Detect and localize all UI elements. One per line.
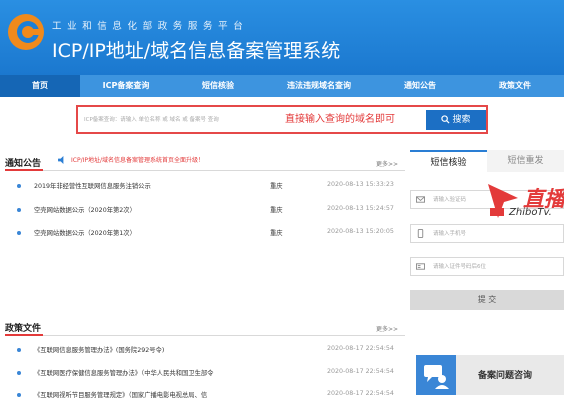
watermark-url: ZhiboTv. xyxy=(509,207,552,218)
notice-title[interactable]: 2019年非经营性互联网信息服务注销公示 xyxy=(34,181,151,190)
search-input[interactable]: ICP备案查询：请输入 单位名称 或 域名 或 备案号 查询 xyxy=(84,112,264,128)
sms-tabs: 短信核验 短信重发 xyxy=(410,150,564,172)
id-number-field[interactable]: 请输入证件号码后6位 xyxy=(410,257,564,276)
policies-more-link[interactable]: 更多>> xyxy=(376,324,398,333)
policy-time: 2020-08-17 22:54:54 xyxy=(327,345,394,352)
policy-title[interactable]: 《互联网视听节目服务管理规定》（国家广播电影电视总局、信 xyxy=(34,390,207,399)
notice-region: 重庆 xyxy=(270,183,283,190)
speaker-icon xyxy=(58,156,64,164)
notice-row[interactable]: 空壳网站数据公示（2020年第2次） 重庆 2020-08-13 15:24:5… xyxy=(0,205,410,217)
policy-title[interactable]: 《互联网医疗保健信息服务管理办法》（中华人民共和国卫生部令 xyxy=(34,368,213,377)
policy-row[interactable]: 《互联网医疗保健信息服务管理办法》（中华人民共和国卫生部令 2020-08-17… xyxy=(0,368,410,380)
id-card-icon xyxy=(416,263,425,270)
bullet-icon xyxy=(17,348,21,352)
site-header: 工业和信息化部政务服务平台 ICP/IP地址/域名信息备案管理系统 xyxy=(0,0,564,75)
policy-time: 2020-08-17 22:54:54 xyxy=(327,390,394,397)
header-subtitle: 工业和信息化部政务服务平台 xyxy=(52,21,249,32)
notice-marquee[interactable]: ICP/IP地址/域名信息备案管理系统首页全面升级！ xyxy=(71,155,204,164)
search-button-label: 搜索 xyxy=(452,115,471,125)
search-button[interactable]: 搜索 xyxy=(426,110,486,130)
notice-time: 2020-08-13 15:24:57 xyxy=(327,205,394,212)
bullet-icon xyxy=(17,184,21,188)
consult-label: 备案问题咨询 xyxy=(478,371,533,381)
policies-title-underline xyxy=(5,334,43,336)
notice-region: 重庆 xyxy=(270,230,283,237)
policy-row[interactable]: 《互联网信息服务管理办法》(国务院292号令) 2020-08-17 22:54… xyxy=(0,345,410,357)
notices-divider xyxy=(5,170,405,171)
notices-title-underline xyxy=(5,169,43,171)
phone-icon xyxy=(417,229,424,238)
notice-region: 重庆 xyxy=(270,207,283,214)
policy-time: 2020-08-17 22:54:54 xyxy=(327,368,394,375)
main-nav: 首页 ICP备案查询 短信核验 违法违规域名查询 通知公告 政策文件 xyxy=(0,75,564,97)
nav-item-icp-query[interactable]: ICP备案查询 xyxy=(80,75,172,97)
notice-row[interactable]: 2019年非经营性互联网信息服务注销公示 重庆 2020-08-13 15:33… xyxy=(0,181,410,193)
consult-button[interactable]: 备案问题咨询 xyxy=(416,355,564,395)
bullet-icon xyxy=(17,208,21,212)
notices-title: 通知公告 xyxy=(5,159,42,169)
submit-button[interactable]: 提 交 xyxy=(410,290,564,310)
search-bar: ICP备案查询：请输入 单位名称 或 域名 或 备案号 查询 直接输入查询的域名… xyxy=(76,105,488,134)
notice-title[interactable]: 空壳网站数据公示（2020年第2次） xyxy=(34,205,136,214)
nav-item-policies[interactable]: 政策文件 xyxy=(466,75,564,97)
bullet-icon xyxy=(17,393,21,397)
logo-icon xyxy=(8,14,44,50)
search-icon xyxy=(441,115,450,124)
id-number-placeholder: 请输入证件号码后6位 xyxy=(433,264,486,270)
nav-item-home[interactable]: 首页 xyxy=(0,75,80,97)
policies-title: 政策文件 xyxy=(5,324,42,334)
mail-icon xyxy=(416,196,425,203)
phone-field[interactable]: 请输入手机号 xyxy=(410,224,564,243)
nav-item-illegal-domain[interactable]: 违法违规域名查询 xyxy=(264,75,374,97)
bullet-icon xyxy=(17,231,21,235)
tab-sms-verify[interactable]: 短信核验 xyxy=(410,150,487,172)
notice-time: 2020-08-13 15:33:23 xyxy=(327,181,394,188)
nav-item-notices[interactable]: 通知公告 xyxy=(374,75,466,97)
policy-row[interactable]: 《互联网视听节目服务管理规定》（国家广播电影电视总局、信 2020-08-17 … xyxy=(0,390,410,402)
search-annotation: 直接输入查询的域名即可 xyxy=(285,114,395,125)
nav-item-sms-verify[interactable]: 短信核验 xyxy=(172,75,264,97)
verify-code-placeholder: 请输入验证码 xyxy=(433,197,467,203)
policies-divider xyxy=(5,335,405,336)
phone-placeholder: 请输入手机号 xyxy=(433,231,467,237)
chat-user-icon xyxy=(416,355,456,395)
tab-sms-resend[interactable]: 短信重发 xyxy=(487,150,564,172)
page-title: ICP/IP地址/域名信息备案管理系统 xyxy=(52,40,341,62)
notices-more-link[interactable]: 更多>> xyxy=(376,159,398,168)
notice-row[interactable]: 空壳网站数据公示（2020年第1次） 重庆 2020-08-13 15:20:0… xyxy=(0,228,410,240)
notice-time: 2020-08-13 15:20:05 xyxy=(327,228,394,235)
notice-title[interactable]: 空壳网站数据公示（2020年第1次） xyxy=(34,228,136,237)
bullet-icon xyxy=(17,371,21,375)
policy-title[interactable]: 《互联网信息服务管理办法》(国务院292号令) xyxy=(34,345,164,354)
